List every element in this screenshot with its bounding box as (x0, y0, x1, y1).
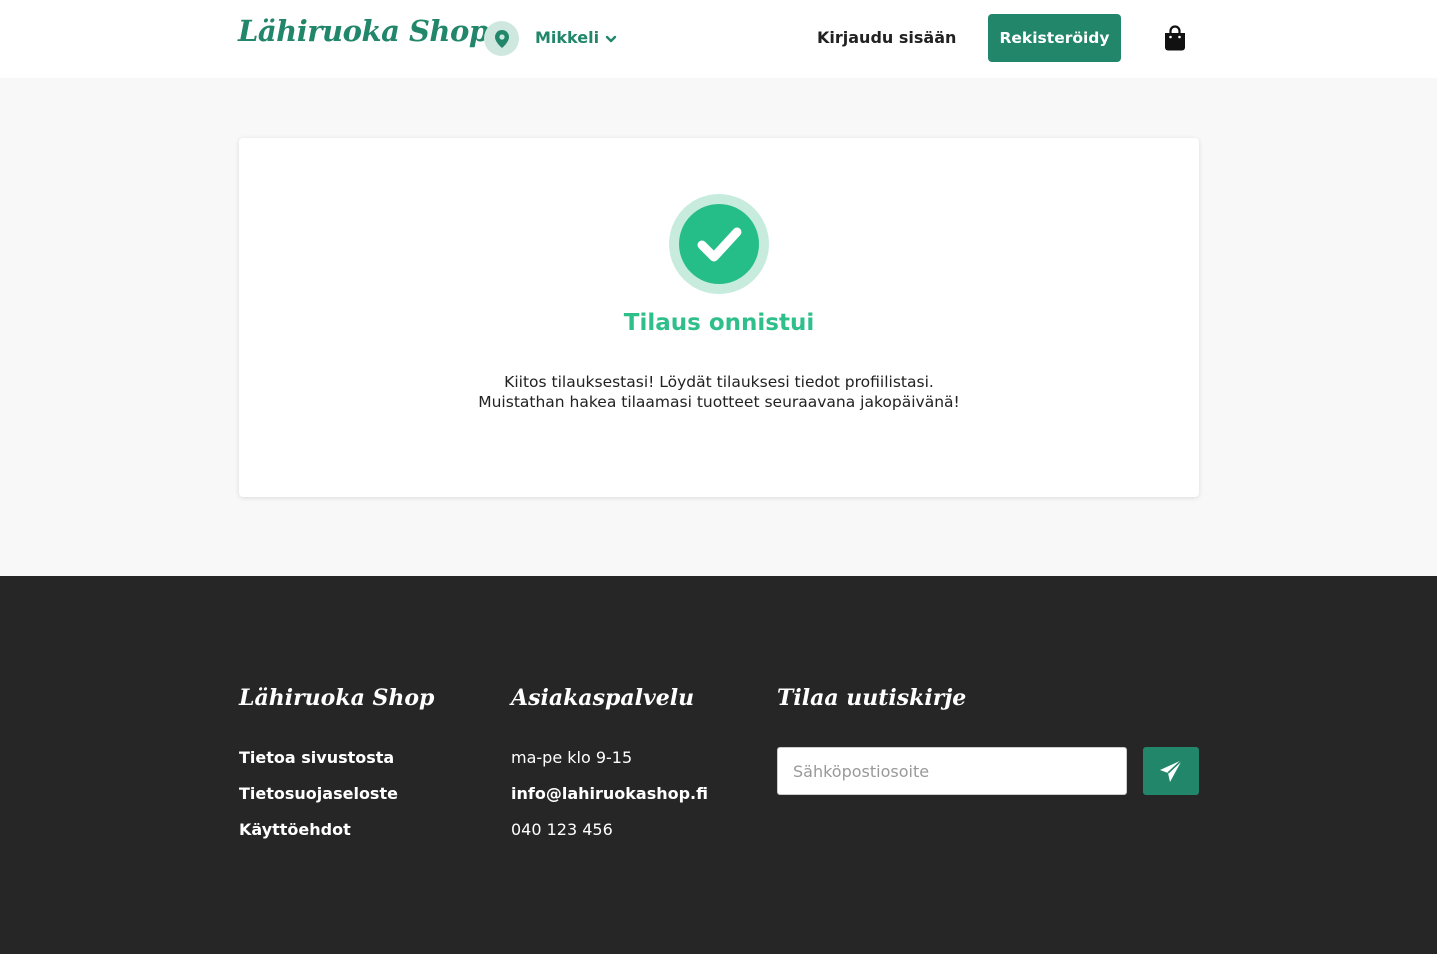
site-header: Lähiruoka Shop Mikkeli Kirjaudu sisään R… (0, 0, 1437, 78)
newsletter-submit-button[interactable] (1143, 747, 1199, 795)
newsletter-email-input[interactable] (777, 747, 1127, 795)
order-success-card: Tilaus onnistui Kiitos tilauksestasi! Lö… (239, 138, 1199, 497)
shopping-bag-icon[interactable] (1163, 25, 1187, 51)
site-footer: Lähiruoka Shop Tietoa sivustosta Tietosu… (0, 576, 1437, 954)
footer-opening-hours: ma-pe klo 9-15 (511, 748, 633, 767)
location-selector-icon-wrap[interactable] (484, 21, 519, 56)
footer-heading-customer-service: Asiakaspalvelu (511, 685, 695, 711)
chevron-down-icon[interactable] (604, 32, 618, 46)
register-button[interactable]: Rekisteröidy (988, 14, 1121, 62)
footer-phone: 040 123 456 (511, 820, 613, 839)
location-name[interactable]: Mikkeli (535, 28, 599, 47)
footer-link-privacy[interactable]: Tietosuojaseloste (239, 784, 398, 803)
success-message-line-1: Kiitos tilauksestasi! Löydät tilauksesi … (504, 373, 934, 391)
login-link[interactable]: Kirjaudu sisään (817, 28, 956, 47)
success-message-line-2: Muistathan hakea tilaamasi tuotteet seur… (478, 393, 960, 411)
map-pin-icon (494, 29, 509, 48)
site-logo[interactable]: Lähiruoka Shop (238, 14, 489, 48)
success-title: Tilaus onnistui (623, 310, 815, 336)
paper-plane-icon (1160, 759, 1183, 782)
footer-link-about[interactable]: Tietoa sivustosta (239, 748, 394, 767)
footer-heading-newsletter: Tilaa uutiskirje (777, 685, 967, 711)
footer-link-terms[interactable]: Käyttöehdot (239, 820, 351, 839)
check-circle-icon (669, 194, 769, 294)
footer-email-link[interactable]: info@lahiruokashop.fi (511, 784, 708, 803)
footer-heading-shop: Lähiruoka Shop (239, 685, 435, 711)
